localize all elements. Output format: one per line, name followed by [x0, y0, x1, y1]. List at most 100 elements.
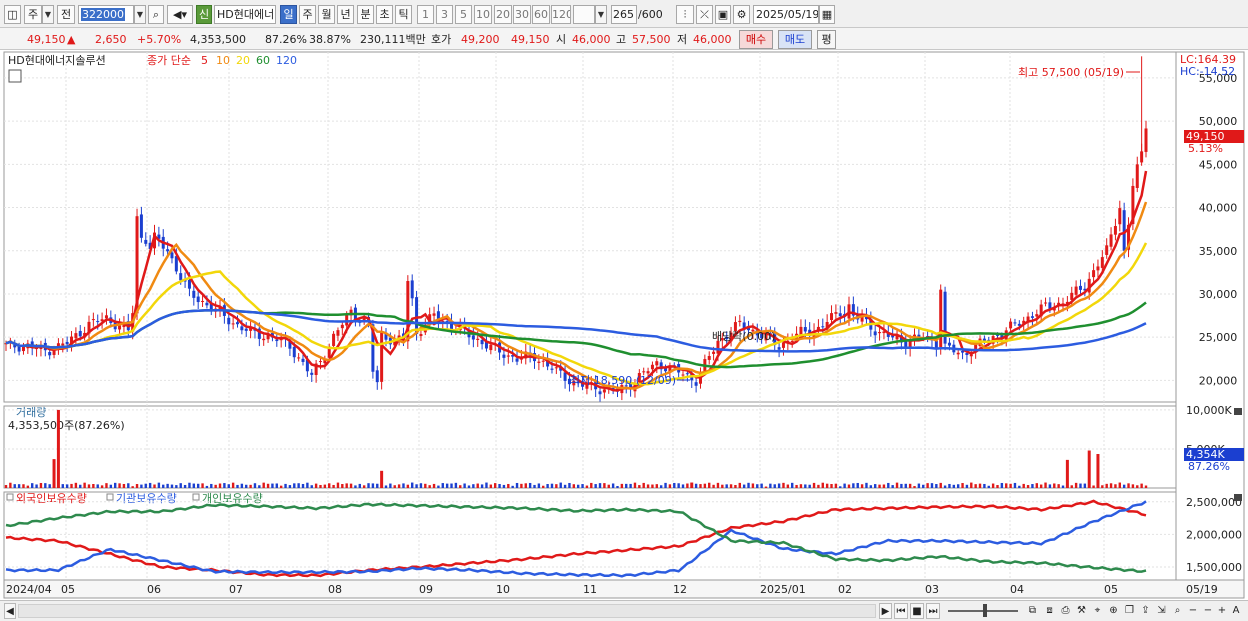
scroll-left-icon[interactable]: ◀: [4, 603, 16, 619]
magnet-icon[interactable]: ⊕: [1106, 603, 1121, 619]
first-page-button[interactable]: ⏮: [894, 603, 908, 619]
volume-bar: [262, 482, 265, 488]
candle-body: [646, 371, 650, 374]
interval-20[interactable]: 20: [494, 5, 512, 24]
tab-week[interactable]: 주: [299, 5, 316, 24]
magnifier-icon[interactable]: ⌕: [1170, 603, 1185, 619]
volume-bar: [266, 483, 270, 488]
tab-minute[interactable]: 분: [357, 5, 374, 24]
candle-body: [873, 331, 877, 336]
current-pct-tag: 5.13%: [1188, 142, 1223, 155]
volume-bar: [651, 484, 654, 488]
chevron-down-icon[interactable]: ▼: [595, 5, 607, 24]
chevron-down-icon[interactable]: ▼: [134, 5, 146, 24]
new-badge[interactable]: 신: [196, 5, 212, 24]
window-icon[interactable]: ◫: [4, 5, 21, 24]
interval-120[interactable]: 120: [551, 5, 571, 24]
volume-bar: [463, 483, 466, 488]
x-tick-label: 06: [147, 583, 161, 596]
x-tick-label: 08: [328, 583, 342, 596]
table-icon: [8, 69, 22, 83]
volume-bar: [1122, 484, 1126, 488]
sell-button[interactable]: 매도: [778, 30, 812, 49]
interval-1[interactable]: 1: [417, 5, 434, 24]
split-icon[interactable]: ⧈: [1042, 603, 1057, 619]
price-chart[interactable]: 55,00050,00045,00040,00035,00030,00025,0…: [0, 50, 1248, 600]
interval-30[interactable]: 30: [513, 5, 531, 24]
stop-button[interactable]: ■: [910, 603, 924, 619]
volume-bar: [454, 482, 458, 488]
volume-panel: [3, 405, 1177, 489]
interval-3[interactable]: 3: [436, 5, 453, 24]
volume-bar: [555, 484, 558, 488]
tool-icon[interactable]: ⚒: [1074, 603, 1089, 619]
volume-bar: [616, 486, 619, 488]
last-page-button[interactable]: ⏭: [926, 603, 940, 619]
stock-name-field[interactable]: HD현대에너: [214, 5, 276, 24]
candle-body: [1078, 285, 1082, 290]
candle-type-icon[interactable]: ⫶: [676, 5, 694, 24]
tab-year[interactable]: 년: [337, 5, 354, 24]
crosshair-icon[interactable]: ⤫: [696, 5, 713, 24]
font-size-icon[interactable]: A: [1229, 603, 1243, 619]
share-icon[interactable]: ⇪: [1138, 603, 1153, 619]
stock-code-value: 322000: [81, 8, 125, 21]
volume-bar: [349, 483, 353, 488]
speaker-icon[interactable]: ◀▾: [167, 5, 193, 24]
candle-body: [471, 335, 475, 340]
interval-10[interactable]: 10: [474, 5, 492, 24]
date-input[interactable]: 2025/05/19: [753, 5, 819, 24]
tab-tick[interactable]: 틱: [395, 5, 412, 24]
prev-button[interactable]: 전: [57, 5, 75, 24]
volume-bar: [192, 483, 196, 488]
layout-icon[interactable]: ⧉: [1025, 603, 1040, 619]
up-arrow-icon: ▲: [67, 33, 76, 46]
candle-body: [144, 239, 148, 244]
search-icon[interactable]: ⌕: [148, 5, 164, 24]
volume-bar: [983, 483, 986, 488]
zoom-minus-icon[interactable]: −: [1201, 603, 1215, 619]
interval-5[interactable]: 5: [455, 5, 472, 24]
quote-bar: 49,150 ▲ 2,650 +5.70% 4,353,500 87.26% 3…: [0, 28, 1248, 50]
candle-body: [1113, 226, 1117, 235]
print-icon[interactable]: ⎙: [1058, 603, 1073, 619]
volume-bar: [935, 484, 938, 488]
count-input[interactable]: 265: [611, 5, 637, 24]
volume-bar: [825, 483, 829, 488]
calendar-icon[interactable]: ▦: [819, 5, 835, 24]
pin-icon[interactable]: ⌖: [1090, 603, 1105, 619]
stock-code-input[interactable]: 322000: [78, 5, 134, 24]
volume-value-label: 4,353,500주(87.26%): [8, 419, 125, 432]
export-icon[interactable]: ⇲: [1154, 603, 1169, 619]
interval-custom-input[interactable]: [573, 5, 595, 24]
buy-button[interactable]: 매수: [739, 30, 773, 49]
ma-legend-period: 60: [256, 54, 270, 67]
eval-button[interactable]: 평: [817, 30, 836, 49]
candle-body: [878, 332, 882, 334]
tab-month[interactable]: 월: [318, 5, 335, 24]
copy-icon[interactable]: ❐: [1122, 603, 1137, 619]
scroll-track[interactable]: [18, 604, 876, 618]
price-tick-label: 45,000: [1199, 158, 1238, 171]
gear-icon[interactable]: ⚙: [733, 5, 750, 24]
volume-bar: [175, 485, 178, 488]
tab-day[interactable]: 일: [280, 5, 297, 24]
zoom-in-icon[interactable]: +: [1215, 603, 1229, 619]
interval-60[interactable]: 60: [532, 5, 550, 24]
volume-bar: [633, 482, 637, 488]
volume-bar: [1039, 484, 1043, 488]
volume-bar: [699, 484, 702, 488]
market-type-select[interactable]: 주: [24, 5, 42, 24]
volume-bar: [603, 483, 606, 488]
volume-bar: [869, 485, 873, 488]
zoom-out-icon[interactable]: −: [1186, 603, 1200, 619]
scroll-right-button[interactable]: ▶: [879, 603, 892, 619]
tab-second[interactable]: 초: [376, 5, 393, 24]
candle-body: [318, 361, 322, 363]
chevron-down-icon[interactable]: ▼: [42, 5, 54, 24]
save-icon[interactable]: ▣: [715, 5, 731, 24]
zoom-slider-thumb[interactable]: [983, 604, 987, 617]
volume-bar: [231, 482, 235, 488]
volume-bar: [712, 484, 715, 488]
volume-bar: [507, 483, 510, 488]
